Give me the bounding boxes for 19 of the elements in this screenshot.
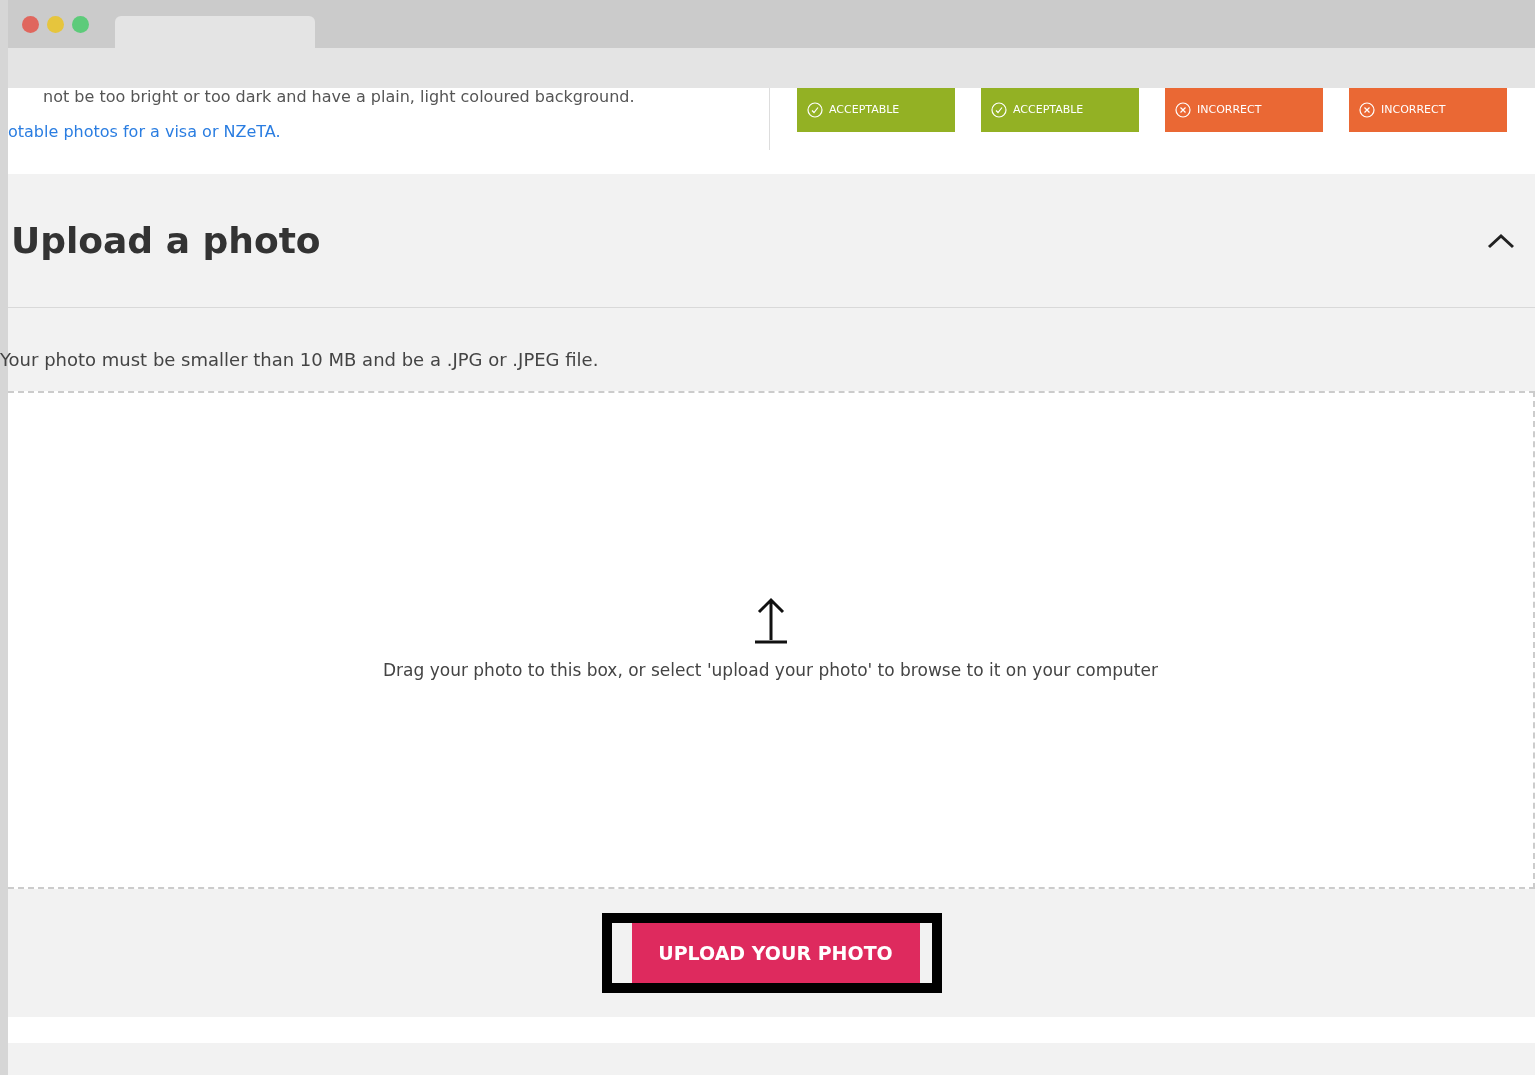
photo-guidelines-link[interactable]: otable photos for a visa or NZeTA. [8, 121, 281, 141]
drop-zone[interactable]: Drag your photo to this box, or select 'upload your photo' to browse to it on your computer [8, 391, 1535, 889]
check-circle-icon [807, 102, 823, 118]
example-status-label: INCORRECT [1349, 88, 1507, 132]
example-status-label: ACCEPTABLE [797, 88, 955, 132]
example-status-label: INCORRECT [1165, 88, 1323, 132]
check-circle-icon [991, 102, 1007, 118]
drop-zone-text: Drag your photo to this box, or select 'upload your photo' to browse to it on your computer [383, 659, 1158, 683]
intro-text: not be too bright or too dark and have a plain, light coloured background. [43, 88, 636, 106]
chevron-up-icon[interactable] [1487, 231, 1515, 250]
section-title: Upload a photo [11, 218, 321, 263]
x-circle-icon [1175, 102, 1191, 118]
file-requirements-text: Your photo must be smaller than 10 MB and be a .JPG or .JPEG file. [0, 348, 600, 372]
accordion-header[interactable]: Upload a photo [8, 174, 1535, 308]
window-controls[interactable] [22, 15, 89, 33]
example-status-label: ACCEPTABLE [981, 88, 1139, 132]
upload-button[interactable]: UPLOAD YOUR PHOTO [631, 923, 920, 983]
upload-arrow-icon [752, 596, 789, 645]
x-circle-icon [1359, 102, 1375, 118]
